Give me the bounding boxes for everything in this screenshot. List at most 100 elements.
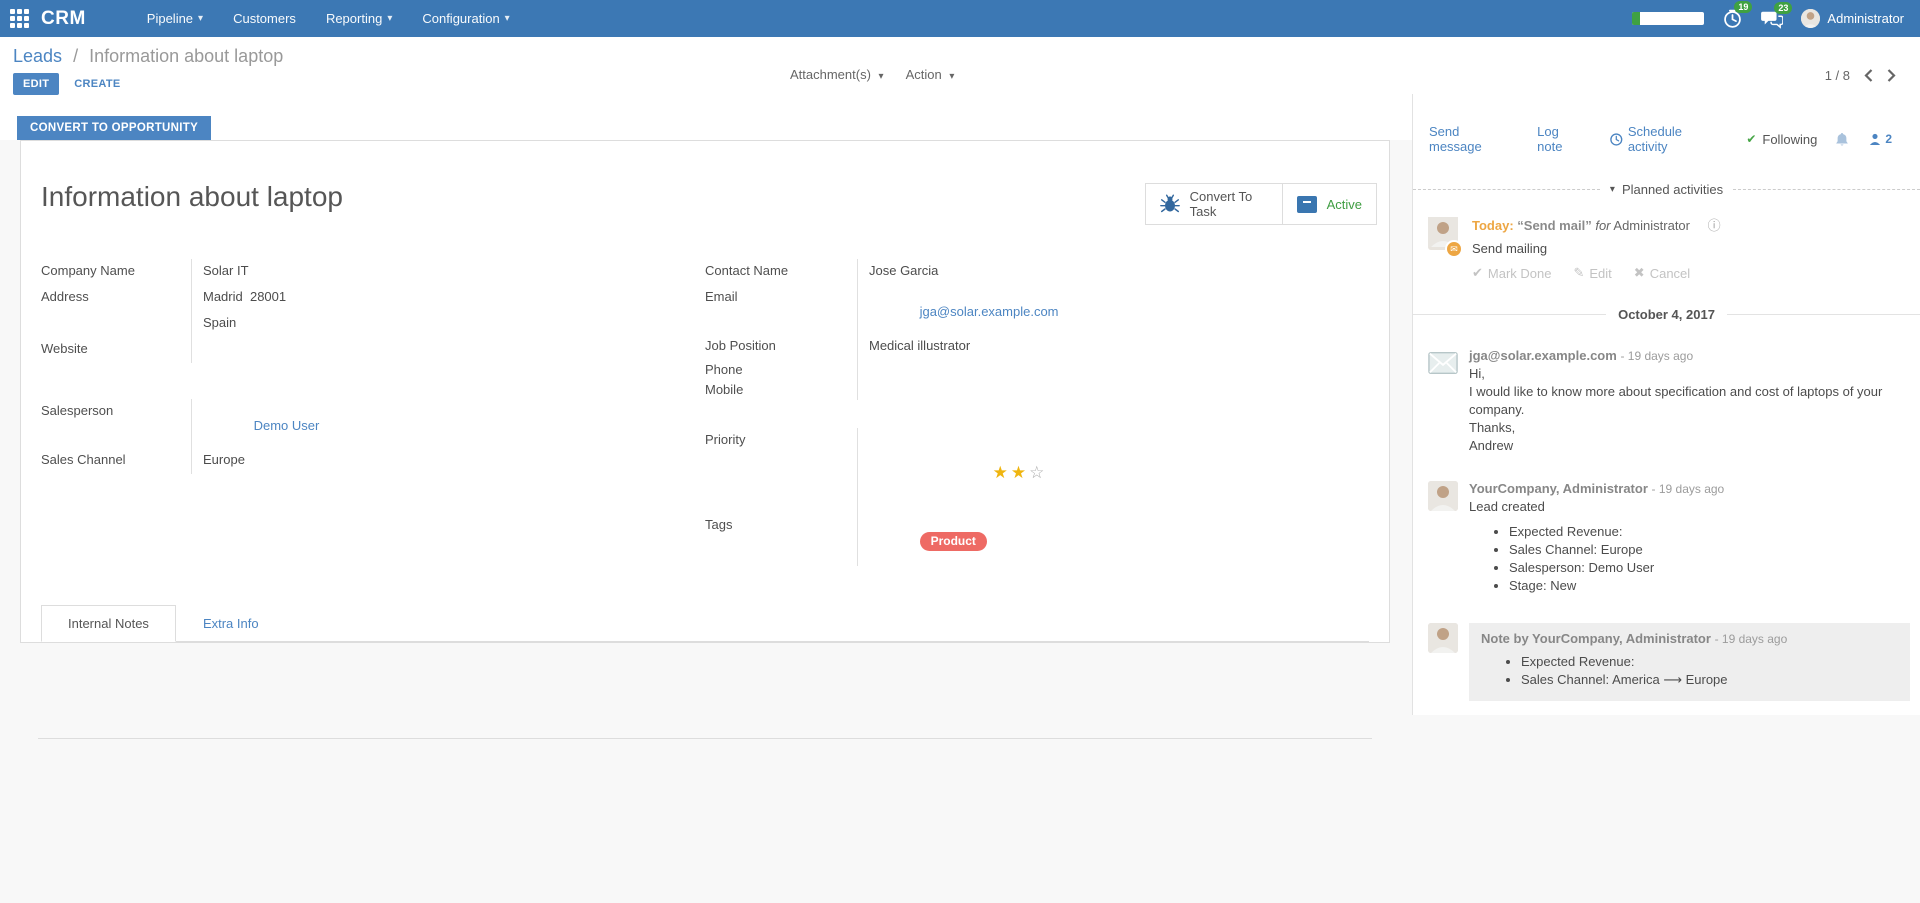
message-timestamp: - 19 days ago [1652, 482, 1725, 496]
breadcrumb-leads-link[interactable]: Leads [13, 46, 62, 66]
email-value: jga@solar.example.com [857, 285, 1369, 334]
contact-name-label: Contact Name [705, 259, 857, 285]
tag-product[interactable]: Product [920, 532, 987, 551]
envelope-avatar-icon [1428, 351, 1458, 375]
address-city-zip-value: Madrid 28001 [191, 285, 705, 311]
activity-avatar-wrap: ✉ [1428, 217, 1458, 281]
top-navbar: CRM Pipeline ▾ Customers Reporting ▾ Con… [0, 0, 1920, 37]
convert-to-opportunity-button[interactable]: CONVERT TO OPPORTUNITY [17, 116, 211, 140]
message-count-badge: 23 [1774, 2, 1792, 14]
pager-previous-button[interactable] [1864, 69, 1873, 82]
tracking-values: Expected Revenue: Sales Channel: America… [1481, 653, 1898, 689]
menu-reporting[interactable]: Reporting ▾ [311, 0, 407, 37]
company-name-label: Company Name [41, 259, 191, 285]
message-body: YourCompany, Administrator - 19 days ago… [1469, 481, 1908, 597]
company-group: Company Name Solar IT Address Madrid 280… [41, 259, 705, 363]
message-note: Note by YourCompany, Administrator - 19 … [1413, 597, 1920, 701]
convert-to-task-button[interactable]: Convert To Task [1145, 183, 1283, 225]
followers-button[interactable]: 2 [1869, 132, 1892, 146]
menu-pipeline[interactable]: Pipeline ▾ [132, 0, 218, 37]
attachments-dropdown[interactable]: Attachment(s) ▾ [790, 67, 884, 82]
field-columns: Company Name Solar IT Address Madrid 280… [21, 225, 1389, 566]
tab-internal-notes[interactable]: Internal Notes [41, 605, 176, 642]
followers-count: 2 [1885, 132, 1892, 146]
messages-systray-button[interactable]: 23 [1761, 9, 1783, 29]
priority-star-1-icon[interactable]: ★ [993, 463, 1011, 482]
sheet-header: Information about laptop Convert To Task… [21, 141, 1389, 225]
sales-group: Salesperson Demo User Sales Channel Euro… [41, 399, 705, 474]
priority-label: Priority [705, 428, 857, 513]
internal-notes-content[interactable] [21, 642, 1389, 738]
form-sheet: Information about laptop Convert To Task… [20, 140, 1390, 643]
chevron-down-icon: ▾ [949, 71, 954, 82]
tags-label: Tags [705, 513, 857, 566]
left-field-column: Company Name Solar IT Address Madrid 280… [41, 259, 705, 566]
user-menu[interactable]: Administrator [1801, 9, 1904, 28]
avatar [1428, 623, 1458, 653]
message-timestamp: - 19 days ago [1620, 349, 1693, 363]
planned-activity-item: ✉ Today: “Send mail” for Administrator ⓘ… [1413, 197, 1920, 281]
archive-box-icon [1297, 196, 1317, 213]
message-email: jga@solar.example.com - 19 days ago Hi, … [1413, 322, 1920, 455]
navbar-left: CRM Pipeline ▾ Customers Reporting ▾ Con… [10, 0, 525, 37]
breadcrumb-separator: / [73, 46, 78, 66]
pager-next-button[interactable] [1887, 69, 1896, 82]
send-message-button[interactable]: Send message [1429, 124, 1513, 154]
salesperson-link[interactable]: Demo User [254, 418, 320, 433]
job-position-label: Job Position [705, 334, 857, 360]
menu-configuration[interactable]: Configuration ▾ [407, 0, 524, 37]
subscription-bell-button[interactable] [1835, 132, 1849, 147]
bug-icon [1160, 194, 1180, 214]
pager-value: 1 / 8 [1825, 68, 1850, 83]
chevron-right-icon [1887, 69, 1896, 82]
menu-customers[interactable]: Customers [218, 0, 311, 37]
schedule-activity-button[interactable]: Schedule activity [1610, 124, 1722, 154]
salesperson-label: Salesperson [41, 399, 191, 448]
action-dropdown[interactable]: Action ▾ [906, 67, 955, 82]
log-note-button[interactable]: Log note [1537, 124, 1586, 154]
main-menu: Pipeline ▾ Customers Reporting ▾ Configu… [132, 0, 525, 37]
message-lead-created: YourCompany, Administrator - 19 days ago… [1413, 455, 1920, 597]
priority-star-3-icon[interactable]: ☆ [1029, 463, 1047, 482]
website-label: Website [41, 337, 191, 363]
phone-label: Phone [705, 360, 857, 380]
chatter-column: Send message Log note Schedule activity … [1412, 94, 1920, 903]
salesperson-value: Demo User [191, 399, 705, 448]
contact-name-value: Jose Garcia [857, 259, 1369, 285]
address-spacer [41, 311, 191, 337]
app-title: CRM [41, 8, 86, 30]
activities-systray-button[interactable]: 19 [1722, 8, 1743, 29]
sidebar-dropdowns: Attachment(s) ▾ Action ▾ [790, 67, 954, 82]
email-link[interactable]: jga@solar.example.com [920, 304, 1059, 319]
edit-activity-button[interactable]: ✎ Edit [1573, 265, 1611, 281]
mark-done-button[interactable]: ✔ Mark Done [1472, 265, 1551, 281]
following-toggle[interactable]: ✔ Following [1746, 132, 1817, 147]
lead-title: Information about laptop [41, 177, 343, 217]
chatter-toolbar: Send message Log note Schedule activity … [1413, 94, 1920, 154]
apps-grid-icon[interactable] [10, 9, 29, 28]
chatter: Send message Log note Schedule activity … [1412, 94, 1920, 715]
tags-value: Product [857, 513, 1369, 566]
tracking-item: Sales Channel: America ⟶ Europe [1521, 671, 1898, 689]
mobile-value [857, 380, 1369, 400]
user-avatar [1801, 9, 1820, 28]
chevron-down-icon: ▾ [198, 13, 203, 24]
active-toggle-button[interactable]: Active [1282, 183, 1377, 225]
person-icon [1869, 133, 1881, 145]
sales-channel-value: Europe [191, 448, 705, 474]
message-body: Note by YourCompany, Administrator - 19 … [1469, 623, 1910, 701]
content-area: CONVERT TO OPPORTUNITY Information about… [0, 94, 1920, 903]
tracking-item: Expected Revenue: [1509, 523, 1908, 541]
usage-progressbar [1632, 12, 1704, 25]
activity-assignee: Administrator [1613, 218, 1690, 233]
priority-star-2-icon[interactable]: ★ [1011, 463, 1029, 482]
group-spacer [41, 363, 705, 399]
user-name: Administrator [1827, 11, 1904, 26]
info-icon[interactable]: ⓘ [1708, 218, 1721, 233]
cancel-activity-button[interactable]: ✖ Cancel [1634, 265, 1690, 281]
tab-extra-info[interactable]: Extra Info [176, 605, 286, 642]
edit-button[interactable]: EDIT [13, 73, 59, 95]
create-button[interactable]: CREATE [74, 78, 120, 90]
message-body: jga@solar.example.com - 19 days ago Hi, … [1469, 348, 1908, 455]
planned-activities-toggle[interactable]: ▾ Planned activities [1600, 182, 1733, 197]
